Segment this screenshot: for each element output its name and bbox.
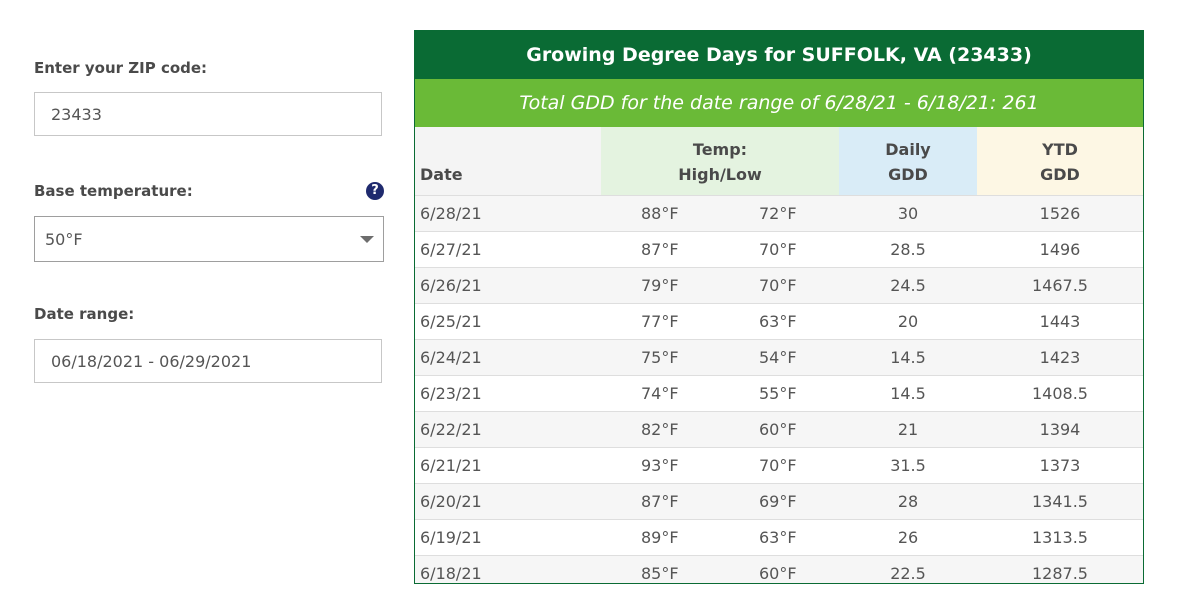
cell-ytd-gdd: 1526 — [977, 195, 1143, 232]
cell-ytd-gdd: 1287.5 — [977, 555, 1143, 583]
gdd-total-summary: Total GDD for the date range of 6/28/21 … — [415, 79, 1143, 127]
cell-daily-gdd: 31.5 — [839, 447, 977, 484]
table-row: 6/24/21 75°F 54°F 14.5 1423 — [415, 339, 1143, 376]
table-row: 6/19/21 89°F 63°F 26 1313.5 — [415, 519, 1143, 556]
cell-daily-gdd: 28.5 — [839, 231, 977, 268]
cell-daily-gdd: 20 — [839, 303, 977, 340]
cell-daily-gdd: 22.5 — [839, 555, 977, 583]
cell-daily-gdd: 30 — [839, 195, 977, 232]
cell-high: 89°F — [601, 519, 719, 556]
gdd-table: Date Temp: High/Low Daily GDD YTD GDD 6/28/… — [415, 127, 1143, 583]
cell-daily-gdd: 21 — [839, 411, 977, 448]
cell-low: 72°F — [719, 195, 839, 232]
cell-low: 60°F — [719, 411, 839, 448]
cell-daily-gdd: 28 — [839, 483, 977, 520]
cell-date: 6/23/21 — [415, 375, 601, 412]
zip-label: Enter your ZIP code: — [34, 59, 208, 77]
cell-daily-gdd: 24.5 — [839, 267, 977, 304]
cell-date: 6/21/21 — [415, 447, 601, 484]
cell-ytd-gdd: 1394 — [977, 411, 1143, 448]
table-row: 6/28/21 88°F 72°F 30 1526 — [415, 195, 1143, 232]
base-temperature-select[interactable]: 50°F — [34, 216, 384, 262]
cell-date: 6/18/21 — [415, 555, 601, 583]
header-ytd-gdd: YTD GDD — [977, 127, 1143, 196]
cell-ytd-gdd: 1408.5 — [977, 375, 1143, 412]
table-row: 6/23/21 74°F 55°F 14.5 1408.5 — [415, 375, 1143, 412]
cell-ytd-gdd: 1443 — [977, 303, 1143, 340]
cell-low: 69°F — [719, 483, 839, 520]
cell-low: 54°F — [719, 339, 839, 376]
cell-date: 6/28/21 — [415, 195, 601, 232]
cell-ytd-gdd: 1341.5 — [977, 483, 1143, 520]
cell-high: 87°F — [601, 483, 719, 520]
table-row: 6/27/21 87°F 70°F 28.5 1496 — [415, 231, 1143, 268]
cell-low: 70°F — [719, 447, 839, 484]
table-row: 6/21/21 93°F 70°F 31.5 1373 — [415, 447, 1143, 484]
table-row: 6/25/21 77°F 63°F 20 1443 — [415, 303, 1143, 340]
cell-high: 74°F — [601, 375, 719, 412]
cell-high: 75°F — [601, 339, 719, 376]
cell-daily-gdd: 14.5 — [839, 339, 977, 376]
cell-high: 85°F — [601, 555, 719, 583]
date-range-label: Date range: — [34, 305, 135, 323]
header-temp: Temp: High/Low — [601, 127, 839, 196]
table-row: 6/20/21 87°F 69°F 28 1341.5 — [415, 483, 1143, 520]
cell-daily-gdd: 26 — [839, 519, 977, 556]
cell-date: 6/20/21 — [415, 483, 601, 520]
cell-low: 70°F — [719, 267, 839, 304]
cell-high: 88°F — [601, 195, 719, 232]
cell-date: 6/24/21 — [415, 339, 601, 376]
cell-date: 6/27/21 — [415, 231, 601, 268]
question-circle-icon[interactable]: ? — [366, 182, 384, 200]
cell-low: 63°F — [719, 303, 839, 340]
cell-date: 6/26/21 — [415, 267, 601, 304]
header-daily-gdd: Daily GDD — [839, 127, 977, 196]
cell-low: 70°F — [719, 231, 839, 268]
cell-date: 6/25/21 — [415, 303, 601, 340]
cell-date: 6/19/21 — [415, 519, 601, 556]
cell-ytd-gdd: 1496 — [977, 231, 1143, 268]
cell-high: 87°F — [601, 231, 719, 268]
base-temperature-value: 50°F — [45, 230, 83, 249]
caret-down-icon — [360, 236, 374, 243]
cell-daily-gdd: 14.5 — [839, 375, 977, 412]
cell-ytd-gdd: 1423 — [977, 339, 1143, 376]
cell-date: 6/22/21 — [415, 411, 601, 448]
date-range-input[interactable] — [34, 339, 382, 383]
table-row: 6/26/21 79°F 70°F 24.5 1467.5 — [415, 267, 1143, 304]
cell-low: 63°F — [719, 519, 839, 556]
base-temperature-label: Base temperature: — [34, 182, 193, 200]
cell-low: 55°F — [719, 375, 839, 412]
cell-low: 60°F — [719, 555, 839, 583]
zip-input[interactable] — [34, 92, 382, 136]
cell-ytd-gdd: 1467.5 — [977, 267, 1143, 304]
cell-ytd-gdd: 1373 — [977, 447, 1143, 484]
gdd-table-panel: Growing Degree Days for SUFFOLK, VA (234… — [414, 30, 1144, 584]
cell-high: 82°F — [601, 411, 719, 448]
header-date: Date — [415, 127, 601, 196]
cell-high: 77°F — [601, 303, 719, 340]
gdd-table-title: Growing Degree Days for SUFFOLK, VA (234… — [415, 31, 1143, 79]
cell-high: 79°F — [601, 267, 719, 304]
table-row: 6/18/21 85°F 60°F 22.5 1287.5 — [415, 555, 1143, 583]
table-header-row: Date Temp: High/Low Daily GDD YTD GDD — [415, 127, 1143, 196]
table-row: 6/22/21 82°F 60°F 21 1394 — [415, 411, 1143, 448]
cell-ytd-gdd: 1313.5 — [977, 519, 1143, 556]
cell-high: 93°F — [601, 447, 719, 484]
